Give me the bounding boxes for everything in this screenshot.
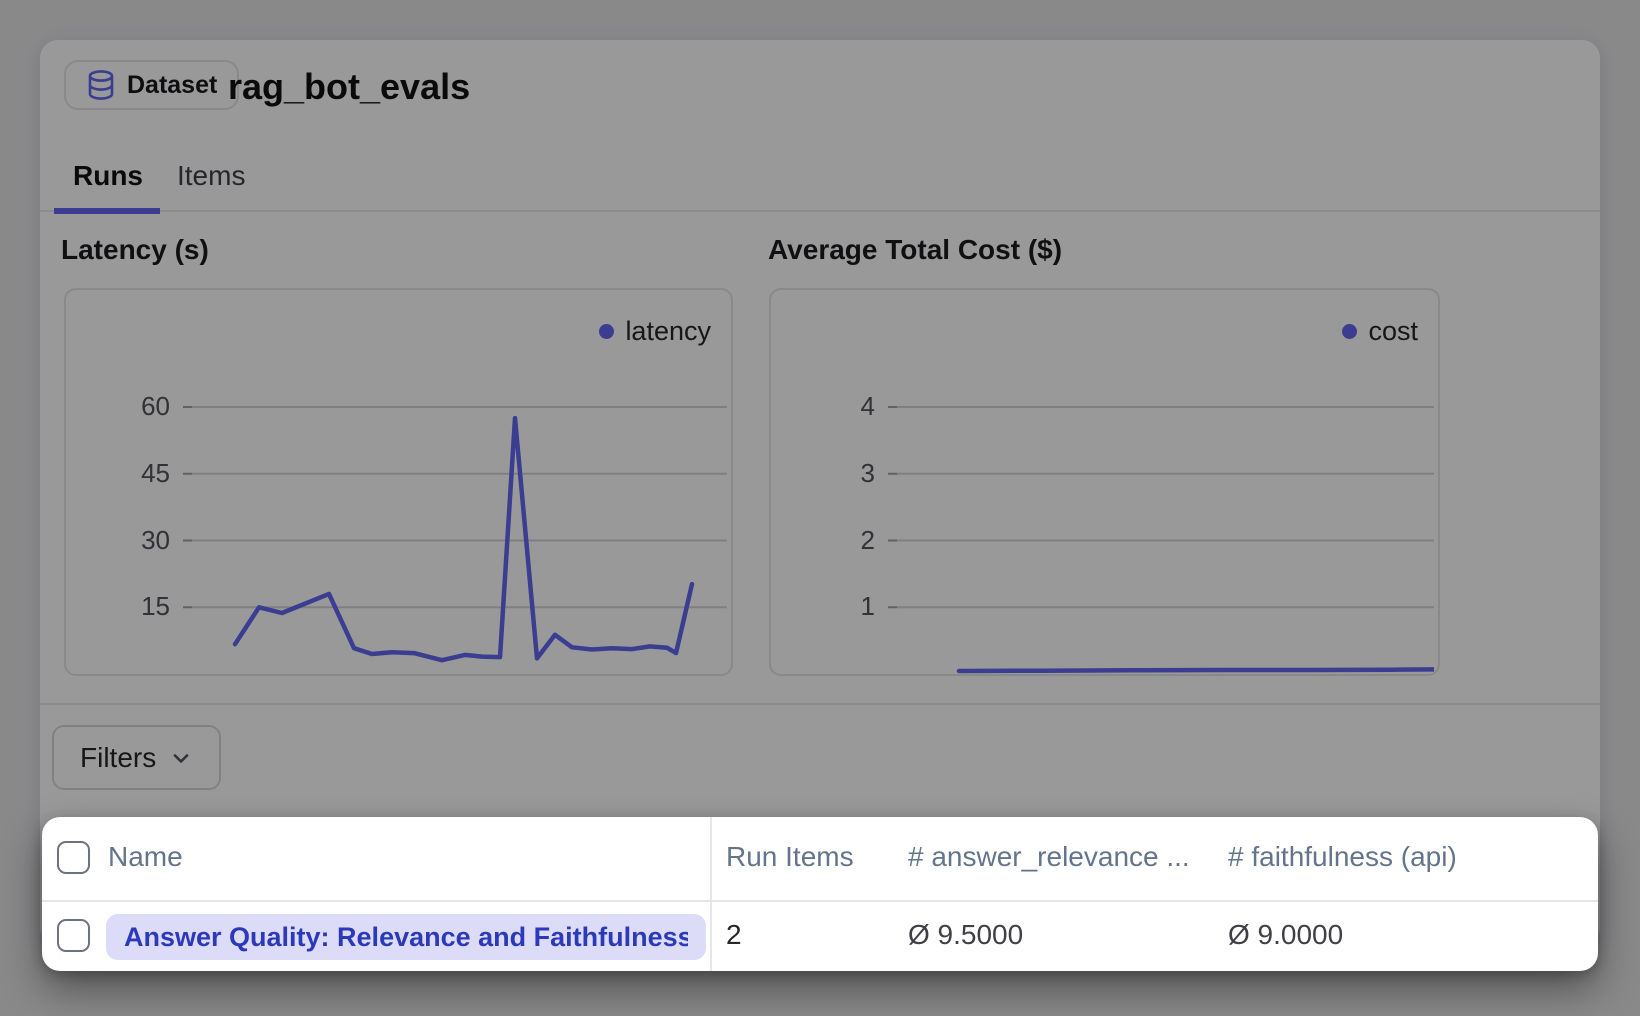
column-header-answer-relevance[interactable]: # answer_relevance ... bbox=[908, 841, 1190, 873]
column-header-name[interactable]: Name bbox=[108, 841, 183, 873]
runs-table: Name Run Items # answer_relevance ... # … bbox=[42, 817, 1598, 971]
run-name-link[interactable]: Answer Quality: Relevance and Faithfulne… bbox=[106, 914, 706, 960]
screenshot-root: Dataset rag_bot_evals Runs Items Latency… bbox=[0, 0, 1640, 1016]
answer-relevance-cell: Ø 9.5000 bbox=[908, 919, 1023, 951]
run-name-label: Answer Quality: Relevance and Faithfulne… bbox=[124, 922, 688, 953]
select-all-checkbox[interactable] bbox=[57, 841, 90, 874]
table-row: Answer Quality: Relevance and Faithfulne… bbox=[42, 900, 1598, 971]
table-header-row: Name Run Items # answer_relevance ... # … bbox=[42, 817, 1598, 900]
column-header-run-items[interactable]: Run Items bbox=[726, 841, 854, 873]
faithfulness-cell: Ø 9.0000 bbox=[1228, 919, 1343, 951]
run-items-cell: 2 bbox=[726, 919, 742, 951]
row-checkbox[interactable] bbox=[57, 919, 90, 952]
column-header-faithfulness[interactable]: # faithfulness (api) bbox=[1228, 841, 1457, 873]
